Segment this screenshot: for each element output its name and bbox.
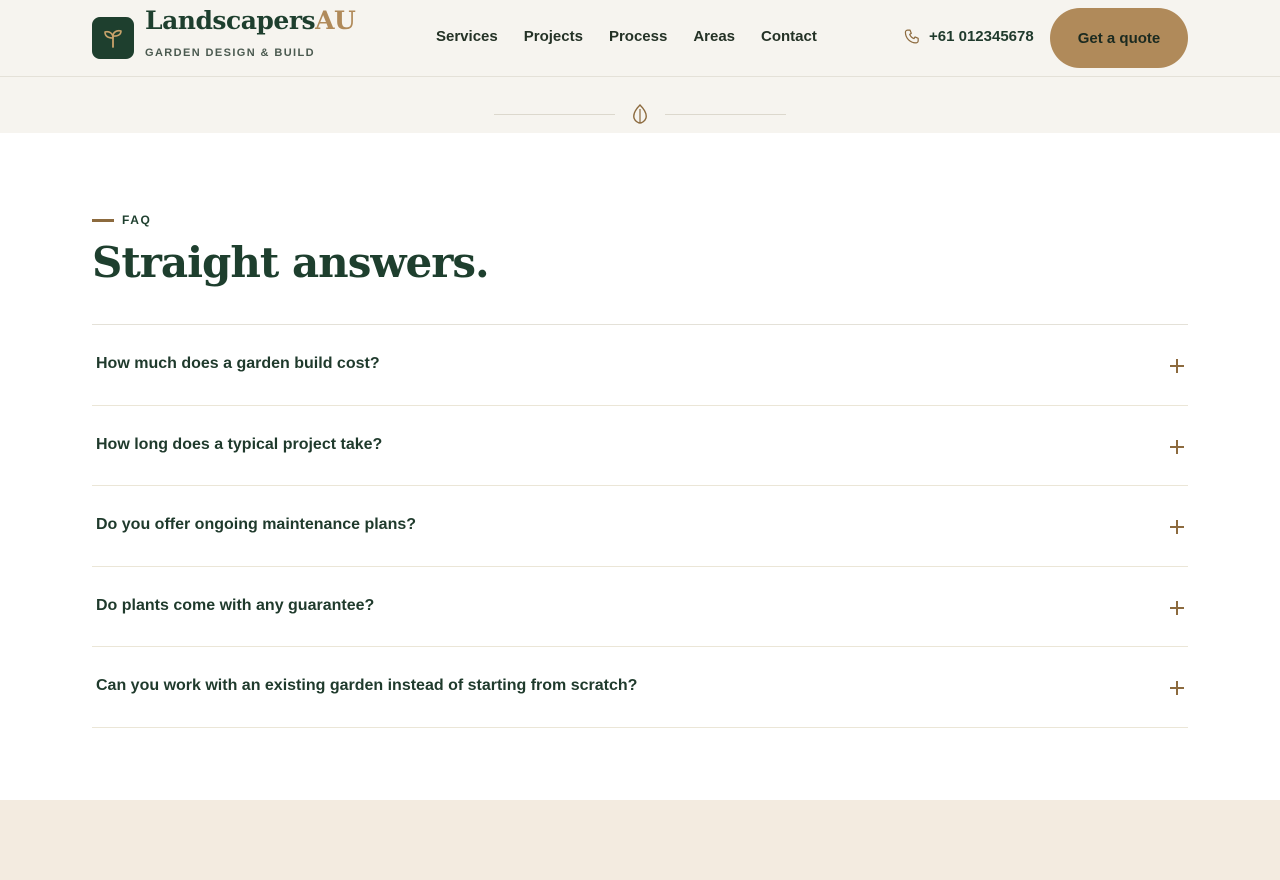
main-nav: Services Projects Process Areas Contact xyxy=(423,26,830,47)
phone-number: +61 012345678 xyxy=(929,28,1034,45)
section-divider xyxy=(0,77,1280,133)
phone-icon xyxy=(904,29,919,44)
logo-sprout-icon[interactable] xyxy=(92,17,134,59)
plus-icon[interactable] xyxy=(1170,600,1184,615)
faq-question: Do you offer ongoing maintenance plans? xyxy=(96,516,417,534)
get-quote-button[interactable]: Get a quote xyxy=(1050,8,1188,68)
brand-name-accent: AU xyxy=(315,6,356,35)
phone-link[interactable]: +61 012345678 xyxy=(904,28,1034,45)
site-header: LandscapersAU GARDEN DESIGN & BUILD Serv… xyxy=(0,0,1280,77)
next-section xyxy=(0,800,1280,880)
plus-icon[interactable] xyxy=(1170,520,1184,535)
faq-item[interactable]: How long does a typical project take? xyxy=(92,406,1188,487)
faq-question: How long does a typical project take? xyxy=(96,435,383,453)
faq-item[interactable]: How much does a garden build cost? xyxy=(92,325,1188,406)
nav-projects[interactable]: Projects xyxy=(511,26,596,47)
plus-icon[interactable] xyxy=(1170,359,1184,373)
nav-process[interactable]: Process xyxy=(596,26,680,47)
nav-areas[interactable]: Areas xyxy=(680,26,748,47)
plus-icon[interactable] xyxy=(1170,681,1184,696)
plus-icon[interactable] xyxy=(1170,439,1184,454)
brand-name-main: Landscapers xyxy=(145,6,316,35)
faq-item[interactable]: Can you work with an existing garden ins… xyxy=(92,647,1188,728)
leaf-icon xyxy=(633,104,647,124)
nav-contact[interactable]: Contact xyxy=(748,26,830,47)
faq-question: How much does a garden build cost? xyxy=(96,355,380,372)
sprout-icon xyxy=(104,29,122,48)
divider-line-left xyxy=(494,114,615,115)
nav-services[interactable]: Services xyxy=(423,26,511,47)
faq-item[interactable]: Do you offer ongoing maintenance plans? xyxy=(92,486,1188,567)
faq-eyebrow: FAQ xyxy=(92,213,151,227)
eyebrow-bar xyxy=(92,218,114,222)
brand-name[interactable]: LandscapersAU xyxy=(145,6,356,35)
faq-item[interactable]: Do plants come with any guarantee? xyxy=(92,567,1188,648)
divider-line-right xyxy=(665,114,786,115)
brand-tagline: GARDEN DESIGN & BUILD xyxy=(145,47,315,59)
faq-question: Do plants come with any guarantee? xyxy=(96,596,375,614)
faq-question: Can you work with an existing garden ins… xyxy=(96,677,638,695)
faq-list: How much does a garden build cost? How l… xyxy=(92,324,1188,728)
faq-title: Straight answers. xyxy=(92,238,490,287)
eyebrow-text: FAQ xyxy=(122,213,152,227)
